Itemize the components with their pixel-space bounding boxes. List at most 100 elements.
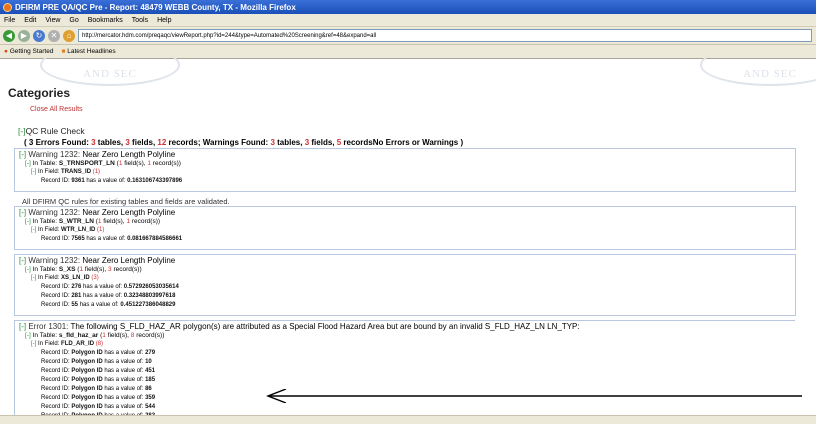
record-id: Polygon ID [71,395,103,401]
label: Record ID: [41,284,72,290]
label: Record ID: [41,236,72,242]
label: has a value of: [102,350,146,356]
record-value: 10 [145,359,152,365]
close-all-results-link[interactable]: Close All Results [30,106,83,113]
summary-text: 3 Errors Found: [28,138,92,147]
label: In Table: [32,266,59,273]
label: In Field: [38,169,62,175]
label: Record ID: [41,350,72,356]
label: Record ID: [41,293,72,299]
forward-icon[interactable]: ▶ [18,29,30,42]
collapse-toggle[interactable]: [-] [19,256,26,265]
label: Record ID: [41,368,72,374]
record-id: Polygon ID [71,404,103,410]
section-kind: Warning 1232: [28,208,83,217]
collapse-toggle[interactable]: [-] [25,266,31,273]
collapse-toggle[interactable]: [-] [31,169,36,175]
firefox-icon: ● [4,48,8,55]
rule-title: QC Rule Check [25,126,85,136]
count: (1) [92,169,101,175]
collapse-toggle[interactable]: [-] [31,341,36,347]
label: record(s)) [130,218,161,225]
menu-help[interactable]: Help [157,17,171,24]
section-kind: Warning 1232: [28,150,83,159]
firefox-icon [3,2,12,12]
result-section: [-] Warning 1232: Near Zero Length Polyl… [14,148,796,192]
label: Record ID: [41,377,72,383]
collapse-toggle[interactable]: [-] [19,150,26,159]
label: has a value of: [102,386,146,392]
collapse-toggle[interactable]: [-] [31,227,36,233]
label: record(s)) [111,266,142,273]
seal-watermark: AND SEC [40,58,180,86]
label: has a value of: [78,302,121,308]
record-line: Record ID: Polygon ID has a value of: 27… [41,350,155,356]
field-name: FLD_AR_ID [61,341,95,347]
label: field(s), [101,218,127,225]
table-line: [-] In Table: S_TRNSPORT_LN (1 field(s),… [25,160,181,167]
collapse-toggle[interactable]: [-] [25,160,31,167]
summary-text: recordsNo Errors or Warnings ) [341,138,464,147]
result-section: [-] Warning 1232: Near Zero Length Polyl… [14,206,796,250]
navigation-toolbar: ◀ ▶ ↻ ✕ ⌂ http://mercator.hdm.com/preqaq… [0,27,816,45]
record-line: Record ID: Polygon ID has a value of: 10 [41,359,152,365]
label: In Field: [38,341,62,347]
field-line: [-] In Field: TRANS_ID (1) [31,169,100,175]
back-icon[interactable]: ◀ [3,29,15,42]
menu-tools[interactable]: Tools [132,17,148,24]
count: (1) [97,227,105,233]
label: In Table: [32,332,59,339]
result-section: [-] Warning 1232: Near Zero Length Polyl… [14,254,796,316]
summary-text: records; Warnings Found: [166,138,271,147]
label: has a value of: [102,404,146,410]
label: record(s)) [134,332,165,339]
collapse-toggle[interactable]: [-] [18,126,26,136]
stop-icon[interactable]: ✕ [48,29,60,42]
section-title: Near Zero Length Polyline [82,208,176,217]
record-value: 0.451227386048829 [120,302,176,308]
label: Record ID: [41,395,72,401]
bookmark-latest-headlines[interactable]: ■ Latest Headlines [61,48,115,55]
label: Record ID: [41,359,72,365]
reload-icon[interactable]: ↻ [33,29,45,42]
menu-bookmarks[interactable]: Bookmarks [88,17,123,24]
record-value: 451 [145,368,156,374]
bookmark-getting-started[interactable]: ● Getting Started [4,48,53,55]
record-id: 9361 [71,178,85,184]
section-title: Near Zero Length Polyline [82,150,176,159]
bookmarks-toolbar: ● Getting Started ■ Latest Headlines [0,45,816,59]
collapse-toggle[interactable]: [-] [25,332,31,339]
record-value: 185 [145,377,156,383]
section-header: [-] Error 1301: The following S_FLD_HAZ_… [19,322,580,331]
label: Record ID: [41,178,72,184]
record-value: 0.163106743397896 [127,178,183,184]
record-line: Record ID: 9361 has a value of: 0.163106… [41,178,182,184]
label: Record ID: [41,302,72,308]
collapse-toggle[interactable]: [-] [31,275,36,281]
collapse-toggle[interactable]: [-] [19,208,26,217]
table-name: S_TRNSPORT_LN [58,160,115,167]
menu-view[interactable]: View [45,17,60,24]
record-line: Record ID: 276 has a value of: 0.5729260… [41,284,179,290]
collapse-toggle[interactable]: [-] [25,218,31,225]
table-name: S_XS [58,266,76,273]
menu-file[interactable]: File [4,17,15,24]
page-title: Categories [8,86,71,100]
collapse-toggle[interactable]: [-] [19,322,26,331]
url-bar[interactable]: http://mercator.hdm.com/preqaqc/viewRepo… [78,29,812,42]
record-line: Record ID: 55 has a value of: 0.45122738… [41,302,175,308]
label: In Field: [38,227,62,233]
result-section: [-] Error 1301: The following S_FLD_HAZ_… [14,320,795,424]
section-header: [-] Warning 1232: Near Zero Length Polyl… [19,256,175,265]
menu-go[interactable]: Go [69,17,78,24]
label: has a value of: [81,293,124,299]
home-icon[interactable]: ⌂ [63,29,75,42]
results-summary: ( 3 Errors Found: 3 tables, 3 fields, 12… [24,138,463,147]
record-value: 0.32348803997618 [123,293,176,299]
validated-note: All DFIRM QC rules for existing tables a… [22,197,230,206]
field-line: [-] In Field: WTR_LN_ID (1) [31,227,104,233]
label: has a value of: [102,377,146,383]
record-value: 544 [145,404,156,410]
menu-edit[interactable]: Edit [24,17,36,24]
table-line: [-] In Table: S_WTR_LN (1 field(s), 1 re… [25,218,160,225]
